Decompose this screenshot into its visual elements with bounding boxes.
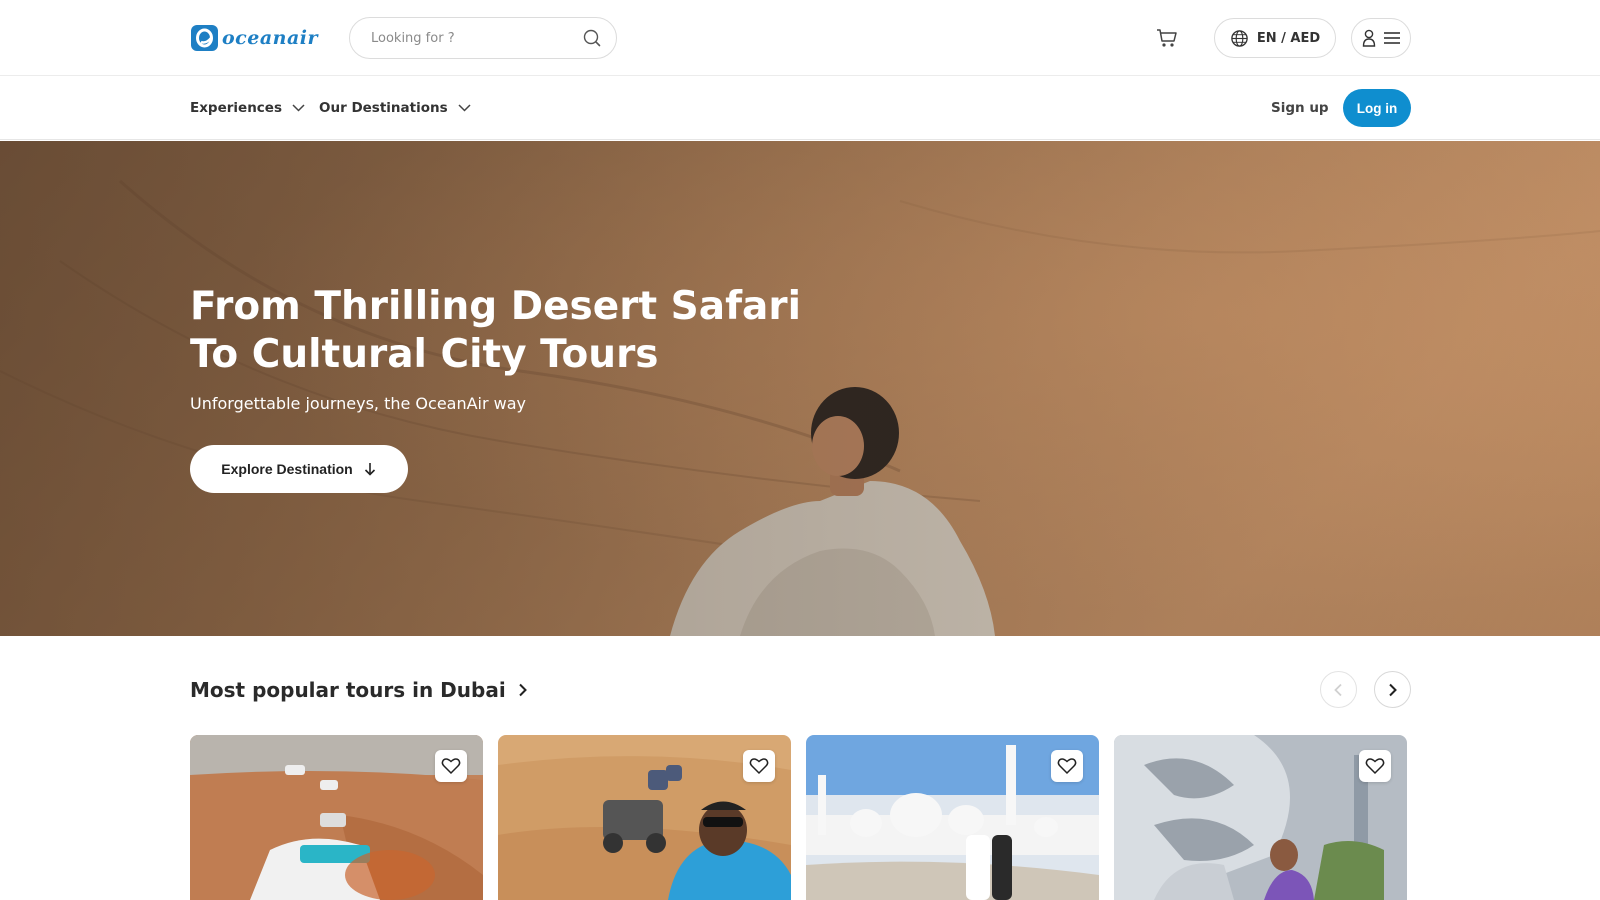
search-input[interactable] — [371, 30, 582, 46]
hero-overlay — [0, 141, 1600, 636]
language-currency-selector[interactable]: EN / AED — [1214, 18, 1336, 58]
sign-up-link[interactable]: Sign up — [1271, 92, 1329, 124]
tour-card[interactable] — [806, 735, 1099, 900]
top-header: oceanair EN / AED — [0, 0, 1600, 76]
popular-tours-heading-link[interactable]: Most popular tours in Dubai — [190, 676, 528, 704]
oceanair-logo[interactable]: oceanair — [190, 22, 326, 54]
hero-subtitle: Unforgettable journeys, the OceanAir way — [190, 394, 527, 413]
heart-icon — [441, 758, 461, 775]
favorite-button[interactable] — [435, 750, 467, 782]
chevron-right-icon — [1389, 683, 1397, 696]
cart-button[interactable] — [1153, 24, 1181, 52]
favorite-button[interactable] — [743, 750, 775, 782]
nav-experiences[interactable]: Experiences — [190, 76, 305, 140]
cart-icon — [1157, 29, 1177, 47]
tour-card[interactable] — [1114, 735, 1407, 900]
carousel-next-button[interactable] — [1374, 671, 1411, 708]
carousel-prev-button[interactable] — [1320, 671, 1357, 708]
search-box[interactable] — [349, 17, 617, 59]
tour-card[interactable] — [190, 735, 483, 900]
user-icon — [1362, 29, 1376, 47]
log-in-button[interactable]: Log in — [1343, 89, 1411, 127]
locale-label: EN / AED — [1256, 30, 1321, 46]
nav-our-destinations[interactable]: Our Destinations — [319, 76, 471, 140]
popular-tours-title: Most popular tours in Dubai — [190, 678, 506, 702]
favorite-button[interactable] — [1051, 750, 1083, 782]
menu-icon — [1384, 32, 1400, 44]
chevron-down-icon — [458, 104, 471, 112]
account-menu-button[interactable] — [1351, 18, 1411, 58]
chevron-right-icon — [518, 683, 527, 697]
arrow-down-icon — [364, 463, 375, 476]
heart-icon — [1057, 758, 1077, 775]
heart-icon — [749, 758, 769, 775]
tour-card[interactable] — [498, 735, 791, 900]
search-icon[interactable] — [582, 28, 602, 48]
favorite-button[interactable] — [1359, 750, 1391, 782]
hero-banner: From Thrilling Desert Safari To Cultural… — [0, 141, 1600, 636]
hero-title: From Thrilling Desert Safari To Cultural… — [190, 284, 801, 377]
chevron-down-icon — [292, 104, 305, 112]
chevron-left-icon — [1334, 683, 1342, 696]
nav-experiences-label: Experiences — [190, 100, 282, 116]
explore-destination-label: Explore Destination — [221, 461, 353, 477]
logo-mark-icon — [191, 25, 218, 51]
logo-wordmark: oceanair — [222, 27, 318, 49]
explore-destination-button[interactable]: Explore Destination — [190, 445, 408, 493]
globe-icon — [1231, 29, 1248, 47]
heart-icon — [1365, 758, 1385, 775]
nav-destinations-label: Our Destinations — [319, 100, 448, 116]
